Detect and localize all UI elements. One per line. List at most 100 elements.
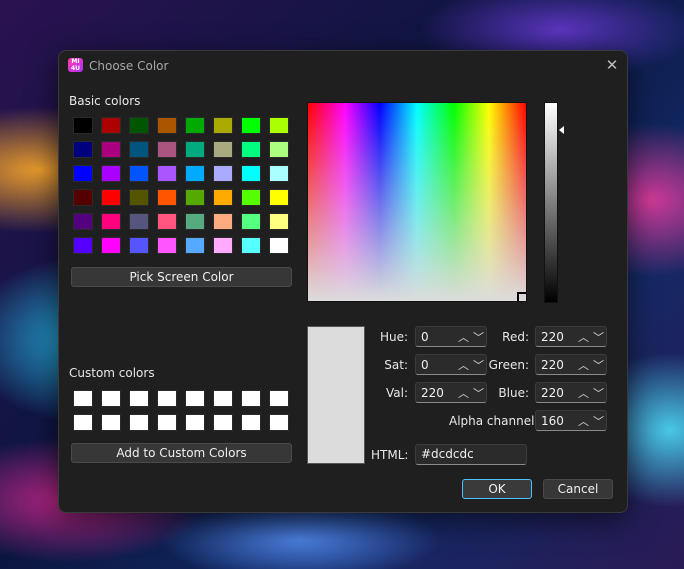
basic-color-swatch[interactable] [157,189,177,206]
custom-color-swatch[interactable] [185,390,205,407]
add-to-custom-colors-button[interactable]: Add to Custom Colors [71,443,292,463]
basic-color-swatch[interactable] [241,189,261,206]
basic-color-swatch[interactable] [213,117,233,134]
basic-color-swatch[interactable] [213,165,233,182]
chevron-up-icon[interactable]: ︿ [578,329,589,345]
green-label: Green: [488,358,529,372]
basic-color-swatch[interactable] [129,165,149,182]
basic-color-swatch[interactable] [269,189,289,206]
html-input[interactable]: #dcdcdc [415,444,527,465]
custom-color-swatch[interactable] [269,414,289,431]
basic-color-swatch[interactable] [73,141,93,158]
spectrum-crosshair[interactable] [517,292,526,301]
color-spectrum[interactable] [307,102,527,302]
basic-color-swatch[interactable] [241,141,261,158]
alpha-spinbox[interactable]: 160 ︿ ﹀ [535,410,607,431]
custom-color-swatch[interactable] [213,414,233,431]
basic-color-swatch[interactable] [185,213,205,230]
basic-color-swatch[interactable] [129,117,149,134]
basic-color-swatch[interactable] [213,189,233,206]
basic-color-swatch[interactable] [241,117,261,134]
blue-spinbox[interactable]: 220 ︿ ﹀ [535,382,607,403]
sat-value: 0 [421,358,429,372]
basic-color-swatch[interactable] [185,189,205,206]
custom-color-swatch[interactable] [241,414,261,431]
basic-color-swatch[interactable] [157,165,177,182]
basic-color-swatch[interactable] [129,237,149,254]
luminance-marker-icon[interactable] [559,126,564,134]
custom-color-swatch[interactable] [213,390,233,407]
custom-color-swatch[interactable] [129,414,149,431]
basic-color-swatch[interactable] [157,237,177,254]
luminance-bar[interactable] [544,102,558,303]
chevron-up-icon[interactable]: ︿ [578,357,589,373]
basic-color-swatch[interactable] [73,189,93,206]
custom-color-swatch[interactable] [73,414,93,431]
chevron-up-icon[interactable]: ︿ [578,413,589,429]
basic-color-swatch[interactable] [213,141,233,158]
basic-color-swatch[interactable] [101,213,121,230]
basic-color-swatch[interactable] [129,213,149,230]
basic-color-swatch[interactable] [241,237,261,254]
basic-color-swatch[interactable] [101,141,121,158]
basic-color-swatch[interactable] [213,237,233,254]
basic-color-swatch[interactable] [73,117,93,134]
custom-color-swatch[interactable] [241,390,261,407]
pick-screen-color-button[interactable]: Pick Screen Color [71,267,292,287]
custom-color-swatch[interactable] [73,390,93,407]
alpha-label: Alpha channel: [449,414,539,428]
green-spinbox[interactable]: 220 ︿ ﹀ [535,354,607,375]
sat-label: Sat: [384,358,408,372]
basic-color-swatch[interactable] [101,189,121,206]
close-icon[interactable]: ✕ [604,57,620,73]
chevron-up-icon[interactable]: ︿ [458,385,469,401]
basic-color-swatch[interactable] [269,165,289,182]
basic-color-swatch[interactable] [269,117,289,134]
basic-color-swatch[interactable] [185,141,205,158]
basic-color-swatch[interactable] [101,117,121,134]
basic-color-swatch[interactable] [129,189,149,206]
cancel-button[interactable]: Cancel [543,479,613,499]
basic-color-swatch[interactable] [73,213,93,230]
blue-label: Blue: [498,386,529,400]
val-label: Val: [385,386,408,400]
chevron-down-icon[interactable]: ﹀ [593,357,604,373]
custom-color-swatch[interactable] [157,390,177,407]
chevron-up-icon[interactable]: ︿ [578,385,589,401]
custom-color-swatch[interactable] [157,414,177,431]
custom-color-swatch[interactable] [101,390,121,407]
basic-color-swatch[interactable] [185,165,205,182]
chevron-down-icon[interactable]: ﹀ [593,385,604,401]
chevron-down-icon[interactable]: ﹀ [593,329,604,345]
red-value: 220 [541,330,564,344]
basic-color-swatch[interactable] [101,165,121,182]
basic-color-swatch[interactable] [157,213,177,230]
custom-color-swatch[interactable] [185,414,205,431]
basic-color-swatch[interactable] [213,213,233,230]
basic-color-swatch[interactable] [269,141,289,158]
basic-color-swatch[interactable] [269,237,289,254]
basic-color-swatch[interactable] [157,117,177,134]
custom-color-swatch[interactable] [101,414,121,431]
chevron-up-icon[interactable]: ︿ [458,357,469,373]
basic-color-swatch[interactable] [241,213,261,230]
custom-color-swatch[interactable] [269,390,289,407]
chevron-down-icon[interactable]: ﹀ [593,413,604,429]
basic-color-swatch[interactable] [129,141,149,158]
green-value: 220 [541,358,564,372]
val-value: 220 [421,386,444,400]
app-icon: MI 4U [68,58,83,72]
basic-color-swatch[interactable] [73,237,93,254]
basic-color-swatch[interactable] [185,117,205,134]
basic-color-swatch[interactable] [157,141,177,158]
basic-colors-label: Basic colors [69,94,141,108]
basic-color-swatch[interactable] [185,237,205,254]
basic-color-swatch[interactable] [73,165,93,182]
custom-color-swatch[interactable] [129,390,149,407]
chevron-up-icon[interactable]: ︿ [458,329,469,345]
ok-button[interactable]: OK [462,479,532,499]
basic-color-swatch[interactable] [269,213,289,230]
basic-color-swatch[interactable] [101,237,121,254]
basic-color-swatch[interactable] [241,165,261,182]
red-spinbox[interactable]: 220 ︿ ﹀ [535,326,607,347]
